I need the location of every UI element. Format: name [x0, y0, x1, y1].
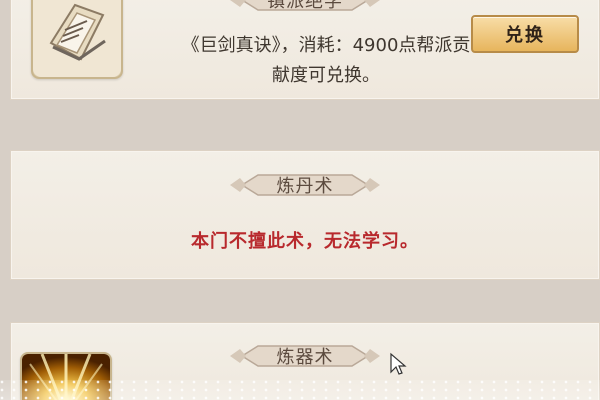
warning-text: 本门不擅此术，无法学习。 [191, 231, 419, 252]
book-icon [31, 0, 123, 79]
golden-light-icon [20, 352, 112, 400]
book-icon-svg [33, 0, 121, 77]
section-title: 炼器术 [276, 347, 334, 368]
section-title: 炼丹术 [276, 176, 334, 197]
golden-light-icon-svg [22, 354, 110, 400]
section-description: 《巨剑真诀》，消耗：4900点帮派贡献度可兑换。 [181, 35, 471, 86]
section-title-badge: 镇派绝学 [230, 0, 380, 14]
section-title: 镇派绝学 [267, 0, 343, 12]
mouse-cursor-icon [390, 352, 407, 375]
redeem-button[interactable]: 兑换 [471, 15, 579, 53]
section-title-badge: 炼器术 [230, 342, 380, 370]
section-panel-alchemy: 炼丹术 本门不擅此术，无法学习。 [10, 150, 600, 280]
section-title-badge: 炼丹术 [230, 171, 380, 199]
section-panel-signature-skill: 镇派绝学 《巨剑真诀》，消耗：4900点帮派贡献度可兑换。 兑换 [10, 0, 600, 100]
